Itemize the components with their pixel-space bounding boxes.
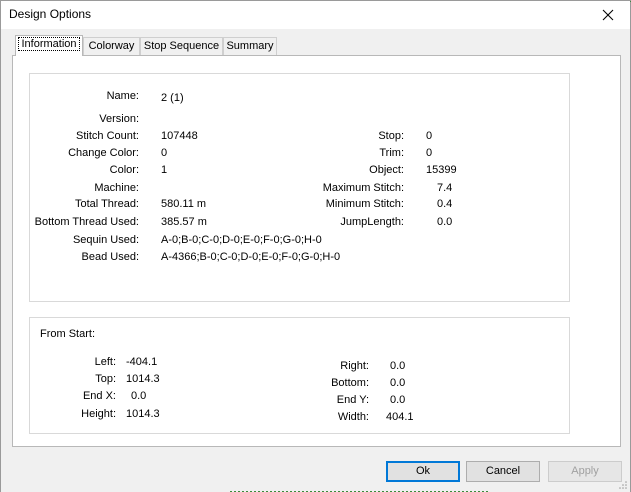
maximum-stitch-value: 7.4 <box>437 182 453 194</box>
name-value: 2 (1) <box>161 92 184 104</box>
stop-label: Stop: <box>378 130 404 142</box>
design-options-dialog: Design Options Information Colorway Stop… <box>0 0 631 492</box>
object-value: 15399 <box>426 164 457 176</box>
right-label: Right: <box>340 360 369 372</box>
jump-length-label: JumpLength: <box>340 216 404 228</box>
tab-information[interactable]: Information <box>15 35 83 56</box>
tab-label: Information <box>18 37 80 51</box>
total-thread-label: Total Thread: <box>74 198 139 210</box>
design-info-group: Name: 2 (1) Version: Stitch Count: 10744… <box>29 73 570 302</box>
close-button[interactable] <box>586 1 630 29</box>
color-value: 1 <box>161 164 168 176</box>
window-title: Design Options <box>9 7 92 21</box>
width-value: 404.1 <box>386 411 414 423</box>
top-label: Top: <box>95 373 116 385</box>
tab-stop-sequence[interactable]: Stop Sequence <box>140 37 223 55</box>
color-label: Color: <box>109 164 139 176</box>
sequin-used-value: A-0;B-0;C-0;D-0;E-0;F-0;G-0;H-0 <box>161 234 322 246</box>
stitch-count-value: 107448 <box>161 130 198 142</box>
dialog-button-bar: Ok Cancel Apply <box>1 456 630 492</box>
left-value: -404.1 <box>126 356 158 368</box>
cancel-button[interactable]: Cancel <box>466 461 540 482</box>
jump-length-value: 0.0 <box>437 216 453 228</box>
resize-grip-icon[interactable] <box>618 480 628 490</box>
stitch-count-label: Stitch Count: <box>76 130 139 142</box>
stop-value: 0 <box>426 130 433 142</box>
trim-value: 0 <box>426 147 433 159</box>
apply-button[interactable]: Apply <box>548 461 622 482</box>
version-label: Version: <box>99 113 139 125</box>
tab-label: Summary <box>226 40 274 52</box>
change-color-value: 0 <box>161 147 168 159</box>
height-label: Height: <box>81 408 116 420</box>
information-panel: Name: 2 (1) Version: Stitch Count: 10744… <box>12 55 621 447</box>
bottom-thread-label: Bottom Thread Used: <box>34 216 139 228</box>
minimum-stitch-label: Minimum Stitch: <box>325 198 404 210</box>
object-label: Object: <box>369 164 404 176</box>
tab-label: Colorway <box>88 40 135 52</box>
title-bar: Design Options <box>1 1 630 29</box>
close-icon <box>602 9 614 21</box>
total-thread-value: 580.11 m <box>161 198 207 210</box>
tab-summary[interactable]: Summary <box>223 37 277 55</box>
bead-used-value: A-4366;B-0;C-0;D-0;E-0;F-0;G-0;H-0 <box>161 251 341 263</box>
bottom-label: Bottom: <box>331 377 369 389</box>
tab-label: Stop Sequence <box>143 40 220 52</box>
right-value: 0.0 <box>390 360 406 372</box>
end-x-label: End X: <box>82 390 116 402</box>
height-value: 1014.3 <box>126 408 160 420</box>
end-x-value: 0.0 <box>131 390 147 402</box>
change-color-label: Change Color: <box>68 147 139 159</box>
sequin-used-label: Sequin Used: <box>72 234 139 246</box>
machine-label: Machine: <box>94 182 139 194</box>
width-label: Width: <box>337 411 369 423</box>
tab-colorway[interactable]: Colorway <box>83 37 140 55</box>
bead-used-label: Bead Used: <box>81 251 139 263</box>
minimum-stitch-value: 0.4 <box>437 198 453 210</box>
bottom-value: 0.0 <box>390 377 406 389</box>
maximum-stitch-label: Maximum Stitch: <box>322 182 404 194</box>
end-y-value: 0.0 <box>390 394 406 406</box>
from-start-group: From Start: Left: -404.1 Top: 1014.3 End… <box>29 317 570 434</box>
end-y-label: End Y: <box>336 394 369 406</box>
from-start-heading: From Start: <box>40 328 96 340</box>
bottom-thread-value: 385.57 m <box>161 216 207 228</box>
trim-label: Trim: <box>379 147 404 159</box>
top-value: 1014.3 <box>126 373 160 385</box>
left-label: Left: <box>94 356 116 368</box>
ok-button[interactable]: Ok <box>386 461 460 482</box>
name-label: Name: <box>106 90 139 102</box>
